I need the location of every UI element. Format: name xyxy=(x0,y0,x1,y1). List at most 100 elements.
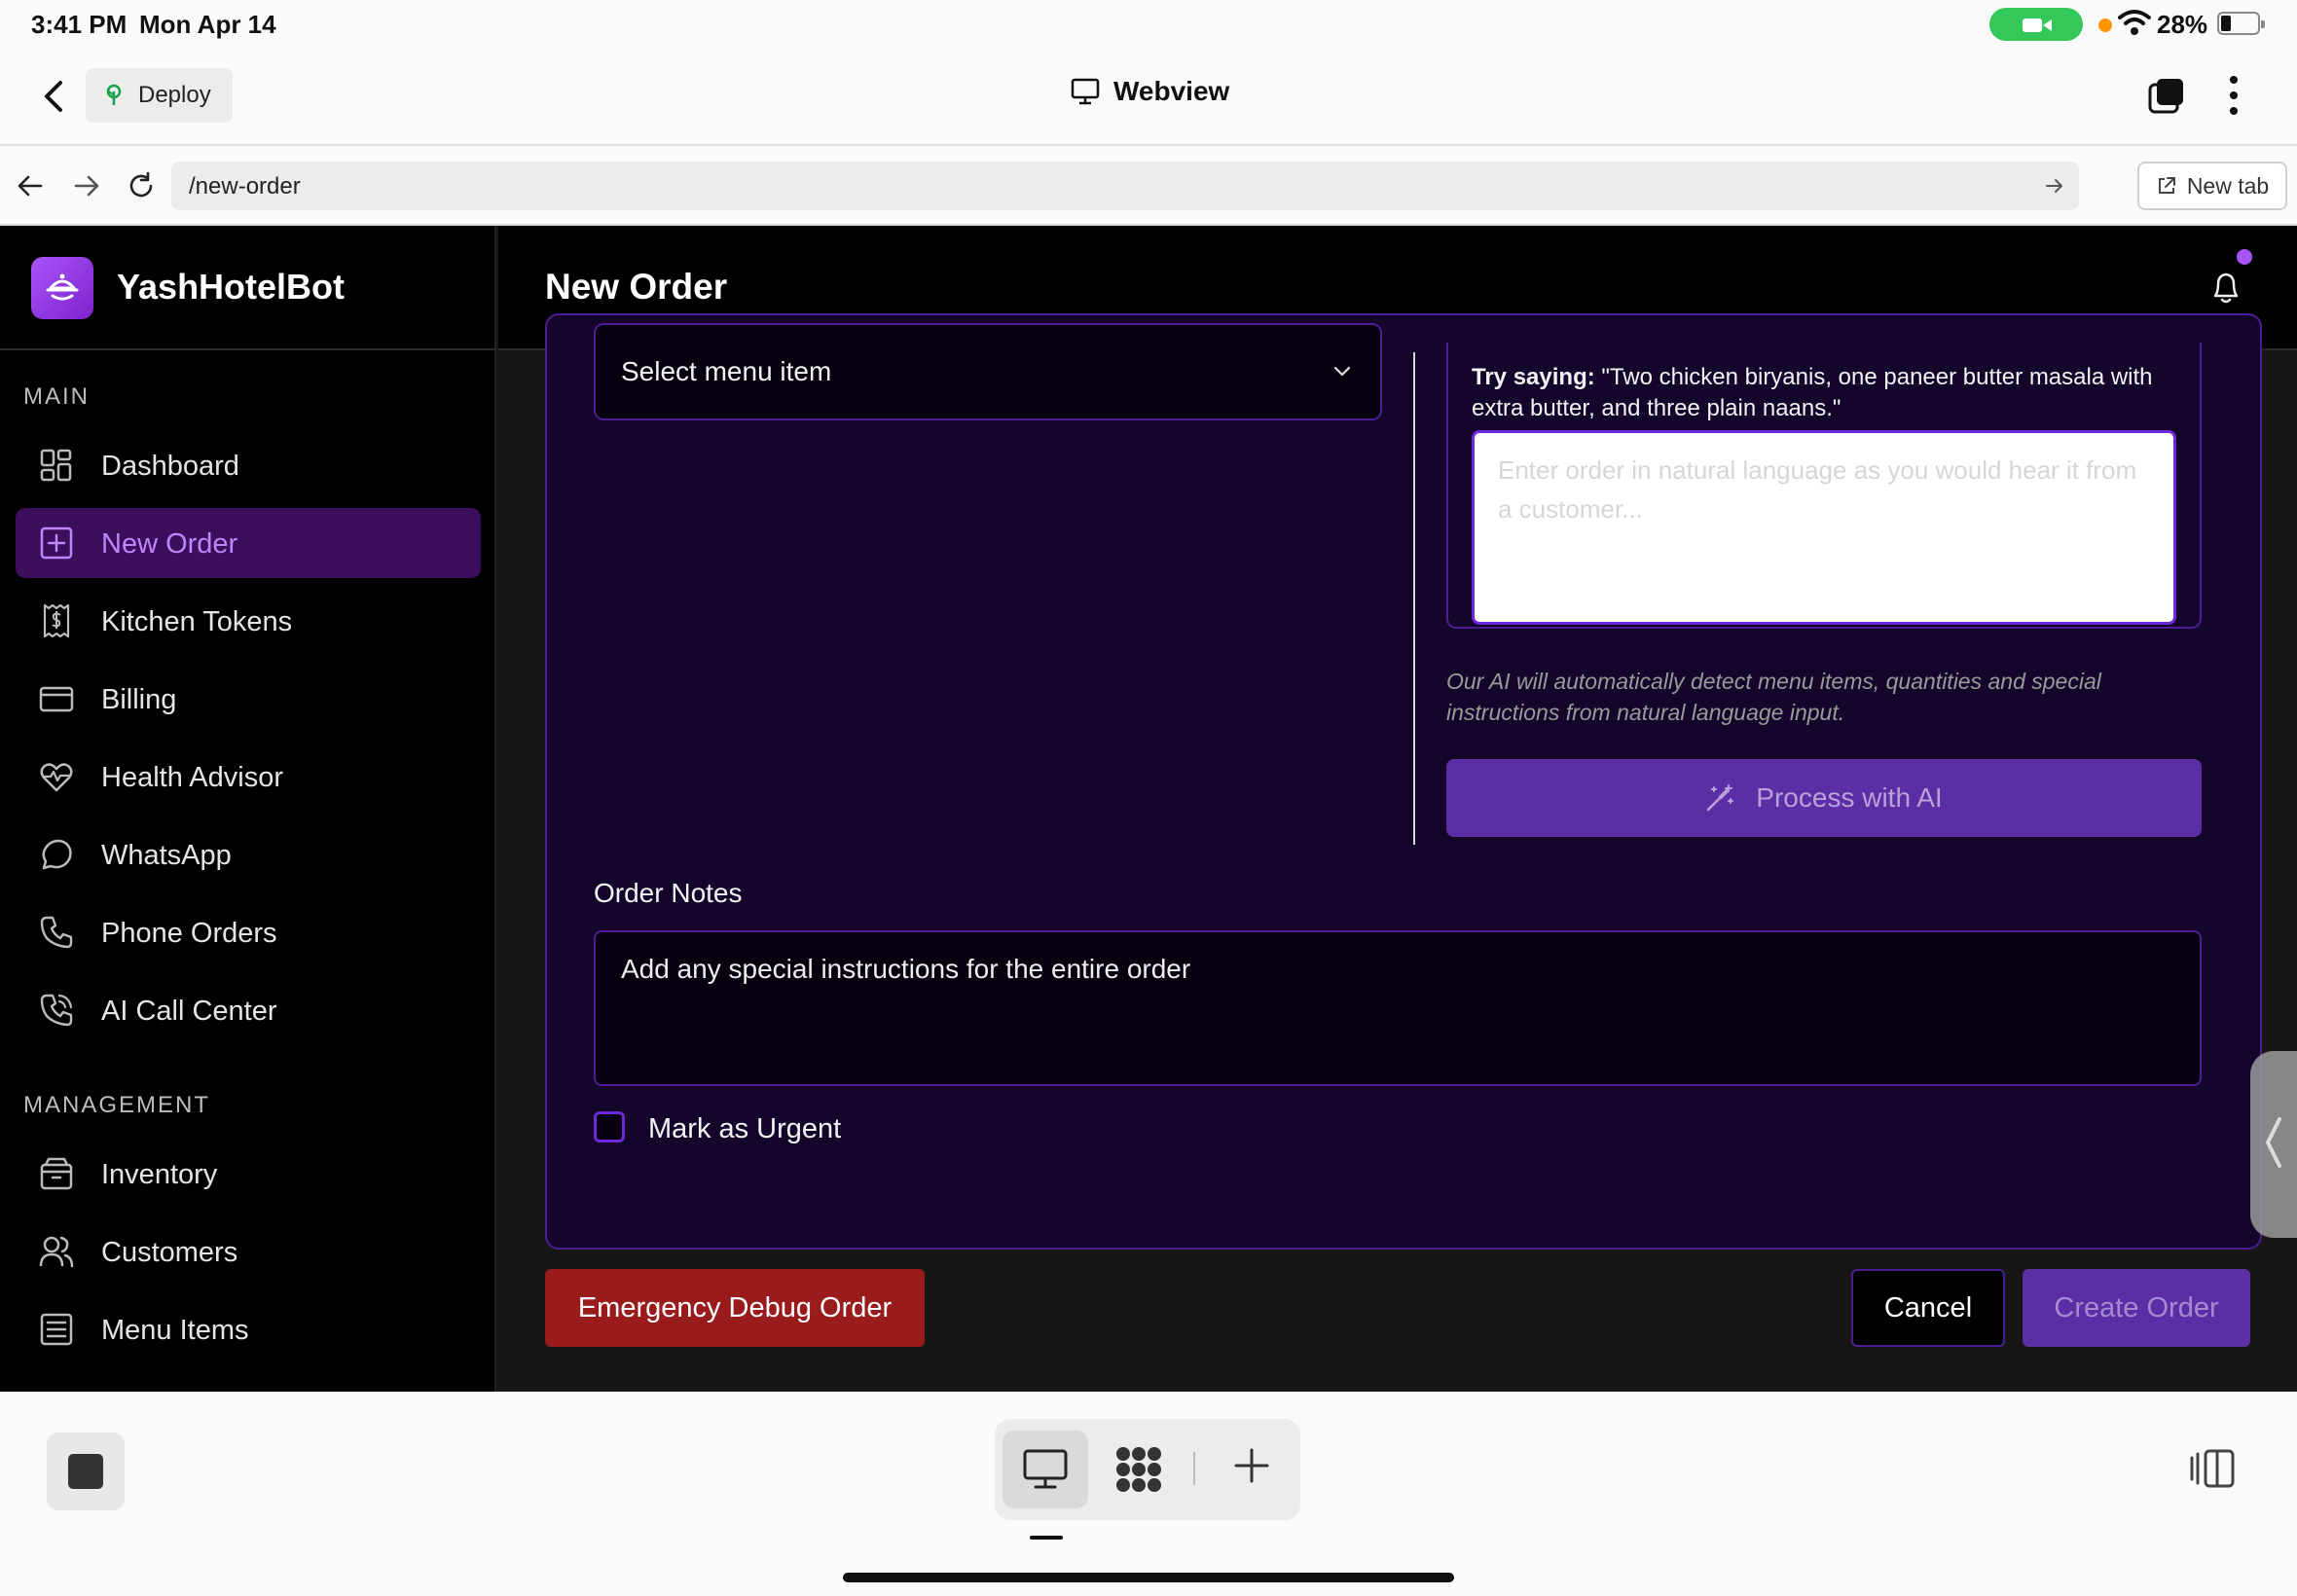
reload-icon[interactable] xyxy=(127,171,156,200)
deploy-label: Deploy xyxy=(138,82,211,108)
page-title: New Order xyxy=(545,267,728,307)
box-icon xyxy=(40,1157,73,1190)
new-tab-button[interactable]: New tab xyxy=(2137,162,2287,210)
sidebar-item-health-advisor[interactable]: Health Advisor xyxy=(16,742,481,812)
wifi-icon xyxy=(2118,10,2151,35)
status-date: Mon Apr 14 xyxy=(139,10,276,39)
webview-title: Webview xyxy=(1071,76,1229,107)
column-divider xyxy=(1413,352,1415,845)
sidebar-item-label: Dashboard xyxy=(101,451,239,482)
dock-segment xyxy=(995,1419,1300,1520)
home-indicator[interactable] xyxy=(843,1573,1454,1582)
webview-mode-button[interactable] xyxy=(1003,1431,1088,1508)
camera-in-use-icon xyxy=(1989,8,2083,41)
chat-bubble-icon xyxy=(42,839,72,870)
sidebar-item-kitchen-tokens[interactable]: Kitchen Tokens xyxy=(16,586,481,656)
apps-grid-icon[interactable] xyxy=(1113,1444,1164,1495)
sidebar-item-label: Health Advisor xyxy=(101,762,283,793)
menu-item-select[interactable]: Select menu item xyxy=(594,323,1382,420)
deploy-button[interactable]: Deploy xyxy=(86,68,233,123)
dock-divider xyxy=(1193,1452,1195,1485)
bell-icon[interactable] xyxy=(2209,269,2242,306)
sidebar-toggle-icon[interactable] xyxy=(2188,1448,2237,1489)
browser-back-icon[interactable] xyxy=(16,171,45,200)
url-input[interactable]: /new-order xyxy=(171,162,2079,210)
order-notes-input[interactable]: Add any special instructions for the ent… xyxy=(594,930,2202,1086)
back-chevron-icon[interactable] xyxy=(39,80,68,113)
more-vertical-icon[interactable] xyxy=(2229,74,2239,117)
webview-title-text: Webview xyxy=(1113,76,1230,106)
webview-toolbar: Deploy Webview xyxy=(0,47,2297,146)
order-notes-label: Order Notes xyxy=(594,878,743,908)
notification-dot xyxy=(2237,249,2252,265)
order-notes-placeholder: Add any special instructions for the ent… xyxy=(621,954,1191,984)
sidebar-item-customers[interactable]: Customers xyxy=(16,1216,481,1287)
section-label-management: MANAGEMENT xyxy=(23,1092,211,1118)
sidebar-item-new-order[interactable]: New Order xyxy=(16,508,481,578)
status-bar: 3:41 PM Mon Apr 14 28% xyxy=(0,0,2297,47)
sidebar-item-label: Phone Orders xyxy=(101,918,277,949)
emergency-debug-order-button[interactable]: Emergency Debug Order xyxy=(545,1269,925,1347)
mark-urgent-checkbox[interactable] xyxy=(594,1111,625,1143)
external-link-icon xyxy=(2158,177,2175,194)
chevron-down-icon xyxy=(1333,366,1351,377)
chevron-left-icon xyxy=(2266,1117,2281,1168)
browser-forward-icon[interactable] xyxy=(72,171,101,200)
process-with-ai-label: Process with AI xyxy=(1756,782,1943,813)
monitor-icon xyxy=(1023,1449,1068,1489)
new-tab-label: New tab xyxy=(2186,172,2270,199)
sidebar-item-ai-call-center[interactable]: AI Call Center xyxy=(16,975,481,1045)
tabs-icon[interactable] xyxy=(2147,76,2186,115)
sidebar-item-label: Inventory xyxy=(101,1159,218,1190)
create-order-button[interactable]: Create Order xyxy=(2023,1269,2250,1347)
stop-button[interactable] xyxy=(47,1433,125,1510)
sidebar-item-menu-items[interactable]: Menu Items xyxy=(16,1294,481,1364)
active-indicator xyxy=(1030,1536,1063,1540)
brand-name: YashHotelBot xyxy=(117,267,346,307)
menu-item-select-value: Select menu item xyxy=(621,356,832,386)
tree-icon xyxy=(106,84,122,105)
sidebar-item-label: Kitchen Tokens xyxy=(101,606,293,637)
status-time: 3:41 PM xyxy=(31,10,128,39)
sidebar-item-label: Menu Items xyxy=(101,1315,249,1346)
section-label-main: MAIN xyxy=(23,383,90,410)
sidebar-item-dashboard[interactable]: Dashboard xyxy=(16,430,481,500)
dashboard-icon xyxy=(40,449,72,482)
battery-icon xyxy=(2217,12,2265,35)
bottom-dock xyxy=(0,1392,2297,1596)
magic-wand-icon xyxy=(1706,784,1734,812)
ai-hint-text: Our AI will automatically detect menu it… xyxy=(1446,669,2101,725)
sidebar-item-inventory[interactable]: Inventory xyxy=(16,1139,481,1209)
go-arrow-icon[interactable] xyxy=(2044,175,2065,197)
phone-icon xyxy=(40,916,73,949)
heart-pulse-icon xyxy=(40,763,73,792)
users-icon xyxy=(39,1236,74,1268)
receipt-icon xyxy=(43,603,70,638)
sidebar-item-phone-orders[interactable]: Phone Orders xyxy=(16,897,481,967)
side-panel-handle[interactable] xyxy=(2250,1051,2297,1238)
url-bar: /new-order New tab xyxy=(0,146,2297,226)
sidebar-item-label: Customers xyxy=(101,1237,238,1268)
brand-logo-icon xyxy=(31,257,93,319)
list-icon xyxy=(40,1313,73,1346)
mic-indicator-icon xyxy=(2098,18,2112,32)
plus-icon[interactable] xyxy=(1232,1446,1271,1485)
natural-language-order-input[interactable]: Enter order in natural language as you w… xyxy=(1472,430,2176,625)
sidebar-item-whatsapp[interactable]: WhatsApp xyxy=(16,819,481,889)
cancel-button[interactable]: Cancel xyxy=(1851,1269,2005,1347)
sidebar-item-label: AI Call Center xyxy=(101,996,277,1027)
sidebar: YashHotelBot MAIN Dashboard New Order Ki… xyxy=(0,226,496,1392)
sidebar-item-billing[interactable]: Billing xyxy=(16,664,481,734)
battery-percent: 28% xyxy=(2157,10,2208,39)
main-content: Select menu item Try saying: "Two chicke… xyxy=(498,313,2297,1392)
credit-card-icon xyxy=(39,686,74,712)
app-root: YashHotelBot MAIN Dashboard New Order Ki… xyxy=(0,226,2297,1392)
stop-icon xyxy=(68,1454,103,1489)
mark-urgent-label[interactable]: Mark as Urgent xyxy=(648,1113,841,1145)
brand-header: YashHotelBot xyxy=(0,226,496,350)
process-with-ai-button[interactable]: Process with AI xyxy=(1446,759,2202,837)
sidebar-item-label: New Order xyxy=(101,528,238,560)
plus-square-icon xyxy=(40,526,73,560)
monitor-icon xyxy=(1071,78,1100,105)
sidebar-item-label: Billing xyxy=(101,684,177,715)
